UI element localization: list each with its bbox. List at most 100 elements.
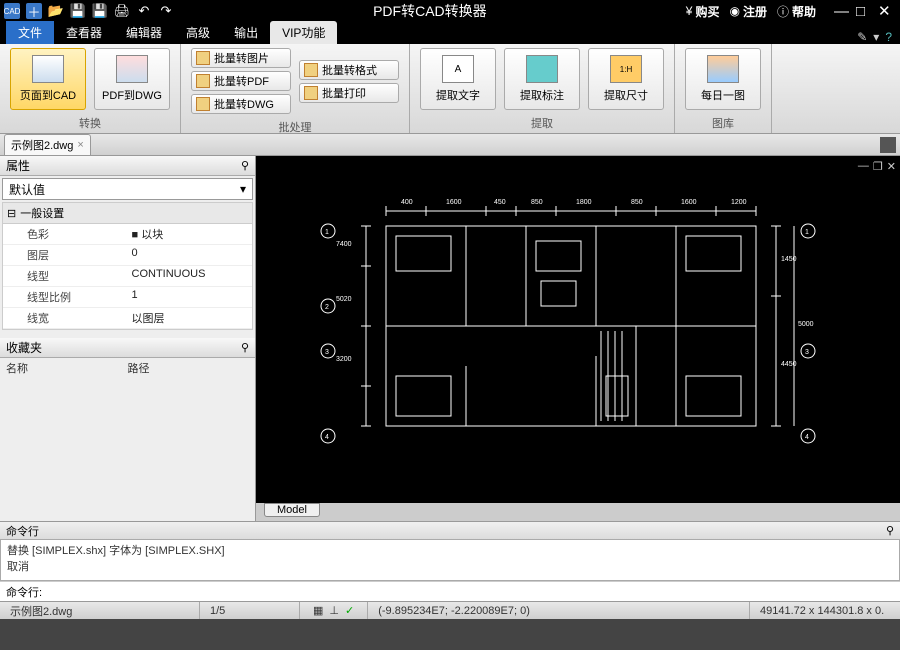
extract-text-button[interactable]: A提取文字 <box>420 48 496 110</box>
svg-text:400: 400 <box>401 199 413 206</box>
favorites-pin-icon[interactable]: ⚲ <box>241 341 249 354</box>
doc-tabs-menu-icon[interactable] <box>880 137 896 153</box>
ribbon-group-extract: A提取文字 提取标注 1:H提取尺寸 提取 <box>410 44 675 133</box>
status-bar: 示例图2.dwg 1/5 ▦ ⊥ ✓ (-9.895234E7; -2.2200… <box>0 601 900 619</box>
command-input[interactable]: 命令行: <box>0 581 900 601</box>
open-icon[interactable]: 📂 <box>48 3 64 19</box>
properties-section[interactable]: ⊟一般设置 <box>3 203 252 224</box>
batch-image-icon <box>196 51 210 65</box>
vp-minimize-icon[interactable]: — <box>858 160 869 173</box>
vp-close-icon[interactable]: ✕ <box>887 160 896 173</box>
prop-row[interactable]: 图层0 <box>3 245 252 266</box>
prop-row[interactable]: 色彩■ 以块 <box>3 224 252 245</box>
vp-restore-icon[interactable]: ❐ <box>873 160 883 173</box>
svg-text:1: 1 <box>805 229 809 236</box>
svg-text:4: 4 <box>805 434 809 441</box>
snap-icon[interactable]: ⊥ <box>329 604 339 617</box>
command-line: 替换 [SIMPLEX.shx] 字体为 [SIMPLEX.SHX] <box>7 542 893 558</box>
tab-editor[interactable]: 编辑器 <box>114 21 174 44</box>
batch-print-button[interactable]: 批量打印 <box>299 83 399 103</box>
command-output: 替换 [SIMPLEX.shx] 字体为 [SIMPLEX.SHX] 取消 <box>0 539 900 581</box>
ortho-icon[interactable]: ✓ <box>345 604 354 617</box>
model-tab[interactable]: Model <box>264 503 320 517</box>
daily-image-button[interactable]: 每日一图 <box>685 48 761 110</box>
main-area: 属性 ⚲ 默认值▾ ⊟一般设置 色彩■ 以块 图层0 线型CONTINUOUS … <box>0 156 900 521</box>
group-extract-label: 提取 <box>410 114 674 133</box>
command-pin-icon[interactable]: ⚲ <box>886 524 894 537</box>
group-batch-label: 批处理 <box>181 118 409 137</box>
dropdown-icon[interactable]: ▾ <box>873 30 879 44</box>
cad-icon[interactable]: CAD <box>4 3 20 19</box>
batch-format-button[interactable]: 批量转格式 <box>299 60 399 80</box>
redo-icon[interactable]: ↷ <box>158 3 174 19</box>
help-link[interactable]: ⓘ 帮助 <box>777 3 816 20</box>
batch-image-button[interactable]: 批量转图片 <box>191 48 291 68</box>
saveas-icon[interactable]: 💾 <box>92 3 108 19</box>
svg-text:4: 4 <box>325 434 329 441</box>
favorites-col-path: 路径 <box>128 360 150 376</box>
register-link[interactable]: ◉ 注册 <box>729 3 767 20</box>
pdf-to-dwg-button[interactable]: PDF到DWG <box>94 48 170 110</box>
doc-tab-label: 示例图2.dwg <box>11 137 73 153</box>
ribbon-group-batch: 批量转图片 批量转PDF 批量转DWG 批量转格式 批量打印 批处理 <box>181 44 410 133</box>
properties-pin-icon[interactable]: ⚲ <box>241 159 249 172</box>
maximize-icon[interactable]: □ <box>856 2 874 20</box>
extract-annot-button[interactable]: 提取标注 <box>504 48 580 110</box>
tab-file[interactable]: 文件 <box>6 21 54 44</box>
command-line: 取消 <box>7 558 893 574</box>
titlebar: CAD ＋ 📂 💾 💾 🖨 ↶ ↷ PDF转CAD转换器 ¥ 购买 ◉ 注册 ⓘ… <box>0 0 900 22</box>
document-tabs: 示例图2.dwg × <box>0 134 900 156</box>
viewport[interactable]: — ❐ ✕ <box>256 156 900 503</box>
save-icon[interactable]: 💾 <box>70 3 86 19</box>
svg-text:5020: 5020 <box>336 296 352 303</box>
extract-dim-button[interactable]: 1:H提取尺寸 <box>588 48 664 110</box>
doc-tab-close-icon[interactable]: × <box>77 139 83 151</box>
svg-text:2: 2 <box>325 304 329 311</box>
properties-table: ⊟一般设置 色彩■ 以块 图层0 线型CONTINUOUS 线型比例1 线宽以图… <box>2 202 253 330</box>
properties-default-dropdown[interactable]: 默认值▾ <box>2 178 253 200</box>
command-header: 命令行 ⚲ <box>0 521 900 539</box>
floorplan-drawing: 4001600 450850 1800850 16001200 14504450… <box>316 186 816 466</box>
batch-dwg-button[interactable]: 批量转DWG <box>191 94 291 114</box>
close-icon[interactable]: ✕ <box>878 2 896 20</box>
properties-title: 属性 <box>6 157 30 174</box>
new-icon[interactable]: ＋ <box>26 3 42 19</box>
svg-text:3: 3 <box>325 349 329 356</box>
tab-output[interactable]: 输出 <box>222 21 270 44</box>
print-icon[interactable]: 🖨 <box>114 3 130 19</box>
svg-text:1200: 1200 <box>731 199 747 206</box>
svg-text:5000: 5000 <box>798 321 814 328</box>
undo-icon[interactable]: ↶ <box>136 3 152 19</box>
buy-link[interactable]: ¥ 购买 <box>686 3 720 20</box>
prop-row[interactable]: 线型CONTINUOUS <box>3 266 252 287</box>
ribbon-group-convert: 页面到CAD PDF到DWG 转换 <box>0 44 181 133</box>
pen-icon[interactable]: ✎ <box>857 30 867 44</box>
chevron-down-icon: ▾ <box>240 182 246 196</box>
command-prompt-label: 命令行: <box>6 584 42 600</box>
tab-viewer[interactable]: 查看器 <box>54 21 114 44</box>
page-to-cad-button[interactable]: 页面到CAD <box>10 48 86 110</box>
favorites-col-name: 名称 <box>6 360 128 376</box>
page-to-cad-label: 页面到CAD <box>20 87 76 103</box>
daily-image-icon <box>707 55 739 83</box>
minimize-icon[interactable]: — <box>834 2 852 20</box>
properties-header: 属性 ⚲ <box>0 156 255 176</box>
tab-vip[interactable]: VIP功能 <box>270 21 337 44</box>
prop-row[interactable]: 线宽以图层 <box>3 308 252 329</box>
help-small-icon[interactable]: ? <box>885 30 892 44</box>
batch-print-icon <box>304 86 318 100</box>
favorites-columns: 名称 路径 <box>0 358 255 378</box>
window-buttons: — □ ✕ <box>834 2 896 20</box>
grid-icon[interactable]: ▦ <box>313 604 323 617</box>
extract-text-icon: A <box>442 55 474 83</box>
svg-text:1600: 1600 <box>446 199 462 206</box>
svg-text:1: 1 <box>325 229 329 236</box>
pdf-to-dwg-icon <box>116 55 148 83</box>
svg-text:1600: 1600 <box>681 199 697 206</box>
doc-tab[interactable]: 示例图2.dwg × <box>4 134 91 155</box>
tab-advanced[interactable]: 高级 <box>174 21 222 44</box>
viewport-tools: — ❐ ✕ <box>858 160 896 173</box>
extract-dim-icon: 1:H <box>610 55 642 83</box>
batch-pdf-button[interactable]: 批量转PDF <box>191 71 291 91</box>
prop-row[interactable]: 线型比例1 <box>3 287 252 308</box>
